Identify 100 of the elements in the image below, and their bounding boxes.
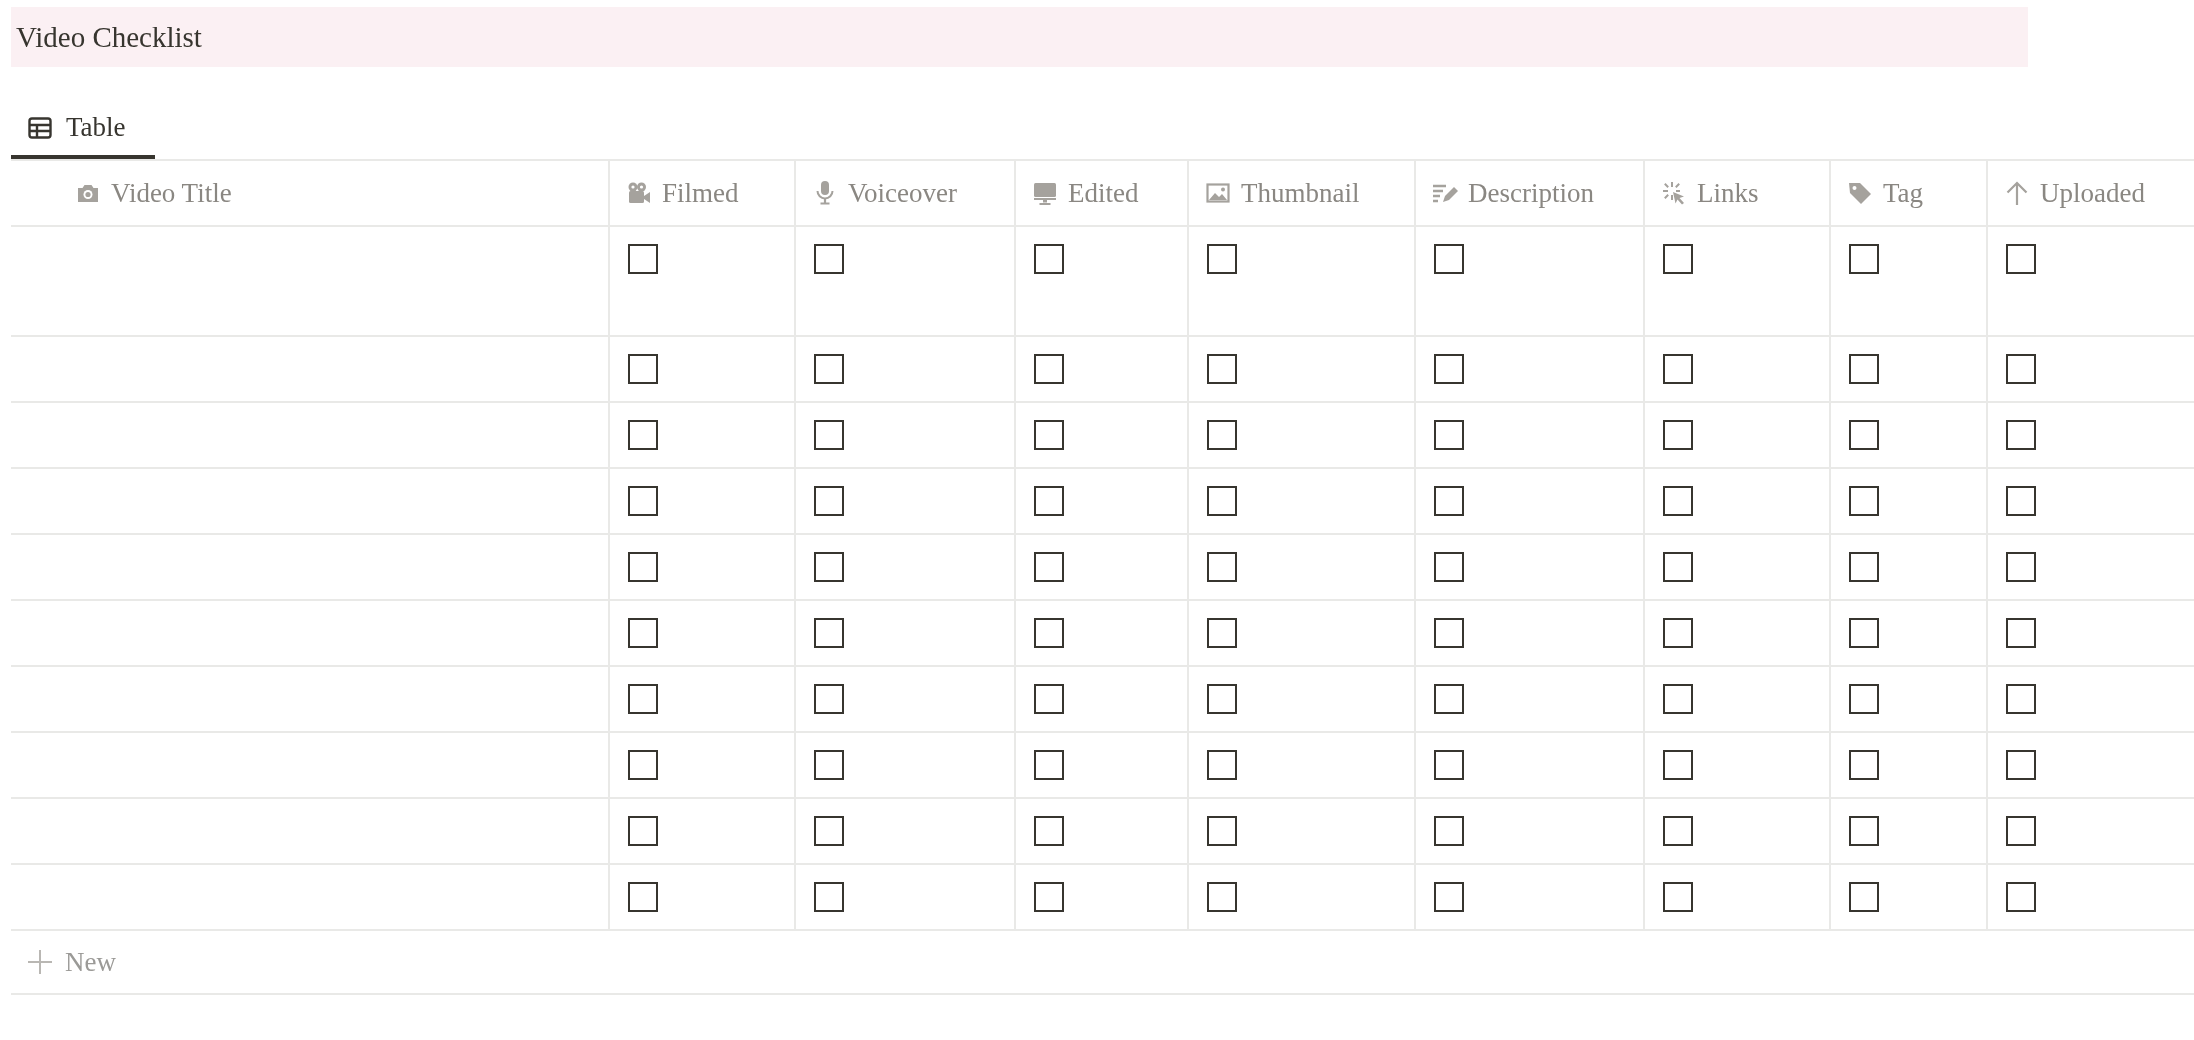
column-label: Description (1468, 177, 1594, 209)
checkbox[interactable] (1434, 244, 1464, 274)
checkbox[interactable] (628, 420, 658, 450)
checkbox[interactable] (1034, 816, 1064, 846)
checkbox[interactable] (1663, 882, 1693, 912)
checkbox[interactable] (628, 750, 658, 780)
tag-icon (1847, 180, 1873, 206)
checkbox[interactable] (1034, 882, 1064, 912)
checkbox[interactable] (2006, 354, 2036, 384)
checkbox[interactable] (1034, 618, 1064, 648)
checkbox[interactable] (1034, 486, 1064, 516)
page-title: Video Checklist (15, 20, 202, 54)
column-header[interactable]: Filmed (610, 161, 796, 225)
checkbox[interactable] (814, 552, 844, 582)
checkbox[interactable] (628, 486, 658, 516)
checkbox[interactable] (814, 354, 844, 384)
checkbox[interactable] (1663, 816, 1693, 846)
checkbox[interactable] (628, 618, 658, 648)
column-header[interactable]: Edited (1016, 161, 1189, 225)
column-header[interactable]: Video Title (11, 161, 610, 225)
checkbox[interactable] (1434, 420, 1464, 450)
checkbox[interactable] (2006, 244, 2036, 274)
checkbox[interactable] (628, 816, 658, 846)
column-header[interactable]: Tag (1831, 161, 1988, 225)
view-tab[interactable]: Table (11, 104, 155, 159)
checkbox[interactable] (1849, 618, 1879, 648)
checkbox[interactable] (1207, 816, 1237, 846)
checkbox[interactable] (1434, 552, 1464, 582)
checkbox[interactable] (1034, 750, 1064, 780)
checkbox[interactable] (1207, 354, 1237, 384)
column-label: Uploaded (2040, 177, 2145, 209)
column-header[interactable]: Description (1416, 161, 1645, 225)
image-icon (1205, 180, 1231, 206)
checkbox[interactable] (1663, 354, 1693, 384)
checkbox[interactable] (814, 244, 844, 274)
new-row-button[interactable]: New (11, 931, 2194, 995)
checkbox[interactable] (1034, 244, 1064, 274)
checkbox[interactable] (814, 486, 844, 516)
checkbox[interactable] (1034, 354, 1064, 384)
checkbox[interactable] (628, 684, 658, 714)
checkbox[interactable] (1849, 816, 1879, 846)
checkbox[interactable] (1207, 486, 1237, 516)
checkbox[interactable] (2006, 684, 2036, 714)
checkbox[interactable] (1434, 750, 1464, 780)
checkbox[interactable] (1849, 354, 1879, 384)
checkbox[interactable] (2006, 882, 2036, 912)
checkbox[interactable] (1849, 750, 1879, 780)
checkbox[interactable] (1663, 684, 1693, 714)
checkbox[interactable] (1434, 486, 1464, 516)
checkbox[interactable] (1663, 618, 1693, 648)
checkbox[interactable] (1207, 552, 1237, 582)
checkbox[interactable] (628, 244, 658, 274)
column-header[interactable]: Thumbnail (1189, 161, 1416, 225)
checkbox[interactable] (1849, 244, 1879, 274)
checkbox[interactable] (1434, 882, 1464, 912)
checkbox[interactable] (1849, 882, 1879, 912)
checkbox[interactable] (814, 816, 844, 846)
checkbox[interactable] (1849, 684, 1879, 714)
checkbox[interactable] (1849, 420, 1879, 450)
checkbox[interactable] (2006, 486, 2036, 516)
table-icon (28, 116, 52, 139)
checkbox[interactable] (1849, 486, 1879, 516)
checkbox[interactable] (2006, 816, 2036, 846)
column-label: Links (1697, 177, 1759, 209)
checkbox[interactable] (2006, 750, 2036, 780)
column-header[interactable]: Voiceover (796, 161, 1016, 225)
checkbox[interactable] (1663, 420, 1693, 450)
checkbox[interactable] (1034, 552, 1064, 582)
checkbox[interactable] (1434, 816, 1464, 846)
checkbox[interactable] (1663, 486, 1693, 516)
checkbox[interactable] (1207, 618, 1237, 648)
column-label: Filmed (662, 177, 739, 209)
checkbox[interactable] (1207, 882, 1237, 912)
checkbox[interactable] (814, 420, 844, 450)
checkbox[interactable] (1207, 420, 1237, 450)
checkbox[interactable] (2006, 552, 2036, 582)
checkbox[interactable] (628, 882, 658, 912)
checkbox[interactable] (628, 354, 658, 384)
checkbox[interactable] (1434, 354, 1464, 384)
checkbox[interactable] (1434, 684, 1464, 714)
checkbox[interactable] (2006, 618, 2036, 648)
checkbox[interactable] (814, 684, 844, 714)
column-header[interactable]: Links (1645, 161, 1831, 225)
checkbox[interactable] (1207, 684, 1237, 714)
checkbox[interactable] (1207, 244, 1237, 274)
column-header[interactable]: Uploaded (1988, 161, 2194, 225)
checkbox[interactable] (1849, 552, 1879, 582)
checkbox[interactable] (2006, 420, 2036, 450)
checkbox[interactable] (814, 882, 844, 912)
checkbox[interactable] (1663, 244, 1693, 274)
checkbox[interactable] (1663, 552, 1693, 582)
column-label: Video Title (111, 177, 232, 209)
checkbox[interactable] (1207, 750, 1237, 780)
checkbox[interactable] (628, 552, 658, 582)
checkbox[interactable] (814, 618, 844, 648)
checkbox[interactable] (1434, 618, 1464, 648)
checkbox[interactable] (1034, 684, 1064, 714)
checkbox[interactable] (1663, 750, 1693, 780)
checkbox[interactable] (1034, 420, 1064, 450)
checkbox[interactable] (814, 750, 844, 780)
